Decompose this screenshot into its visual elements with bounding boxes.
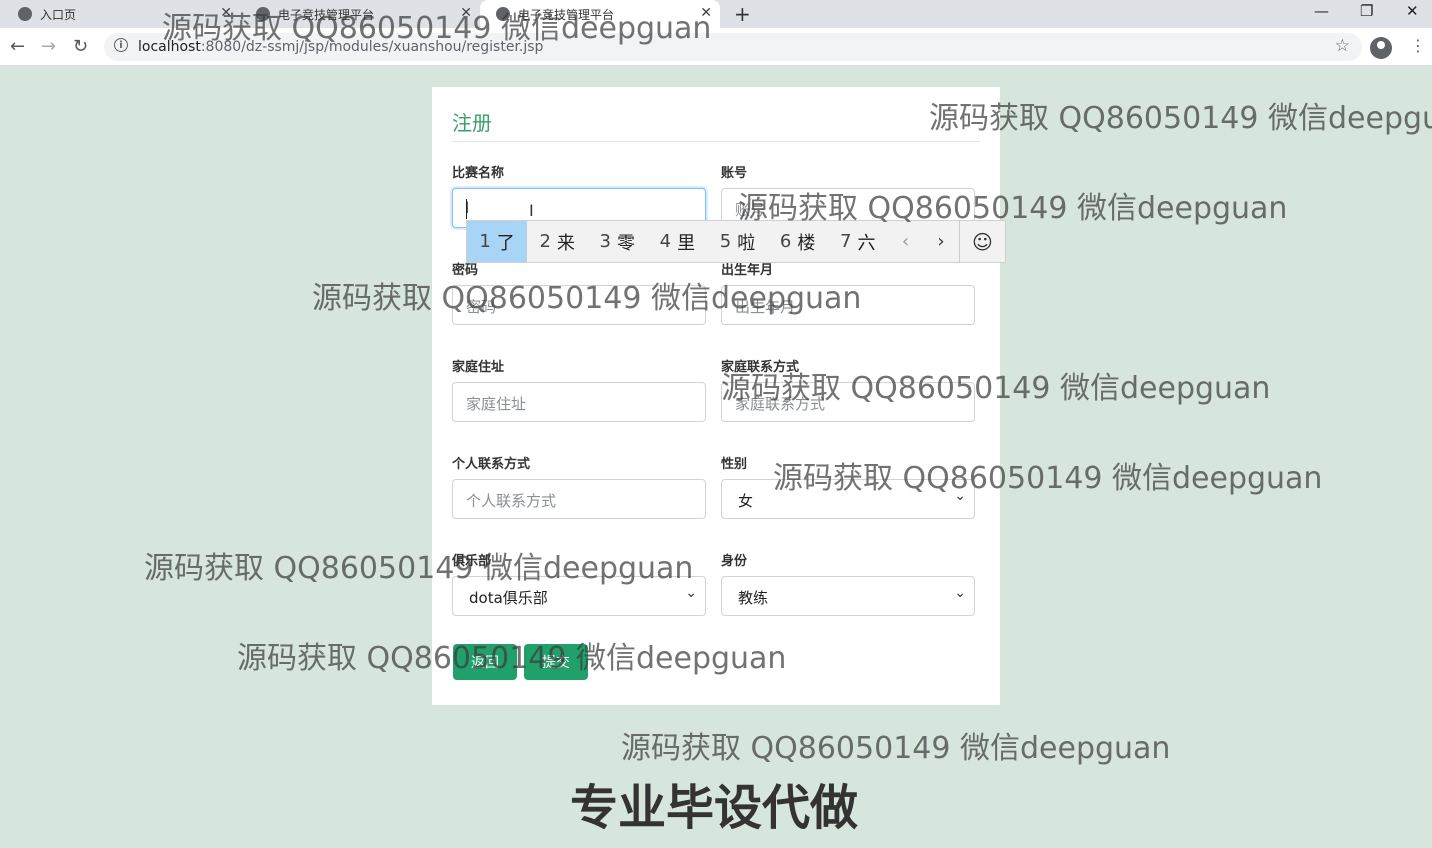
label-personal-contact: 个人联系方式 — [452, 457, 531, 472]
candidate-number: 6 — [779, 231, 792, 252]
globe-icon — [256, 7, 270, 21]
candidate-number: 2 — [539, 231, 551, 252]
close-tab-icon[interactable]: ✕ — [220, 5, 232, 21]
ime-candidate[interactable]: 5啦 — [707, 221, 767, 262]
chevron-down-icon: ⌄ — [685, 585, 697, 601]
birth-input[interactable]: 出生年月 — [721, 285, 975, 325]
url-host: localhost — [138, 39, 201, 55]
tab-strip: 入口页 ✕ 电子竞技管理平台 ✕ 电子竞技管理平台 ✕ + — ❐ ✕ — [0, 0, 1432, 28]
candidate-char: 里 — [677, 232, 696, 254]
emoji-icon[interactable]: ☺ — [958, 221, 1005, 262]
close-tab-icon[interactable]: ✕ — [460, 5, 472, 21]
forward-icon[interactable]: → — [41, 36, 56, 57]
personal-contact-placeholder: 个人联系方式 — [466, 492, 557, 510]
watermark: 源码获取 QQ86050149 微信deepguan — [621, 731, 1171, 766]
club-select[interactable]: dota俱乐部 ⌄ — [452, 576, 706, 616]
ime-candidate[interactable]: 6楼 — [768, 221, 828, 262]
label-gender: 性别 — [721, 457, 748, 472]
address-input[interactable]: 家庭住址 — [452, 382, 706, 422]
menu-kebab-icon[interactable]: ⋮ — [1410, 36, 1426, 55]
tab-label: 电子竞技管理平台 — [278, 7, 375, 22]
address-bar[interactable]: i localhost:8080/dz-ssmj/jsp/modules/xua… — [104, 33, 1362, 61]
candidate-char: 零 — [617, 232, 635, 254]
browser-toolbar: ← → ↻ i localhost:8080/dz-ssmj/jsp/modul… — [0, 28, 1432, 66]
birth-placeholder: 出生年月 — [735, 298, 796, 316]
candidate-number: 4 — [659, 231, 672, 252]
bookmark-star-icon[interactable]: ☆ — [1335, 36, 1350, 56]
close-window-icon[interactable]: ✕ — [1406, 2, 1419, 20]
label-identity: 身份 — [721, 554, 748, 569]
tab-esports-1[interactable]: 电子竞技管理平台 ✕ — [240, 0, 480, 28]
tab-label: 电子竞技管理平台 — [518, 7, 615, 22]
candidate-char: 啦 — [737, 232, 756, 254]
candidate-char: 楼 — [797, 232, 816, 254]
page-title: 注册 — [452, 111, 492, 135]
candidate-char: 了 — [496, 232, 515, 254]
chevron-down-icon: ⌄ — [954, 488, 966, 504]
ime-candidate[interactable]: 7六 — [828, 221, 888, 262]
ime-next-page-icon[interactable]: › — [923, 221, 958, 262]
gender-select[interactable]: 女 ⌄ — [721, 479, 975, 519]
account-placeholder: 账号 — [735, 201, 766, 219]
ime-candidate[interactable]: 1了 — [467, 221, 528, 262]
restore-icon[interactable]: ❐ — [1360, 2, 1373, 20]
submit-button[interactable]: 提交 — [524, 644, 588, 680]
competition-value: l — [465, 199, 470, 217]
back-button[interactable]: 返回 — [453, 644, 517, 680]
label-competition: 比赛名称 — [452, 166, 505, 181]
identity-value: 教练 — [738, 589, 769, 607]
bottom-watermark: 专业毕设代做 — [570, 780, 859, 836]
chevron-down-icon: ⌄ — [954, 585, 966, 601]
family-contact-input[interactable]: 家庭联系方式 — [721, 382, 975, 422]
new-tab-icon[interactable]: + — [734, 2, 751, 26]
ime-candidate-bar: 1了 2来 3零 4里 5啦 6楼 7六 ‹ › ☺ — [466, 220, 1006, 263]
profile-avatar-icon[interactable] — [1370, 37, 1392, 59]
candidate-number: 7 — [839, 231, 852, 252]
candidate-char: 六 — [857, 232, 876, 254]
tab-esports-2[interactable]: 电子竞技管理平台 ✕ — [480, 0, 720, 28]
watermark: 源码获取 QQ86050149 微信deepguan — [929, 101, 1432, 136]
url-path: :8080/dz-ssmj/jsp/modules/xuanshou/regis… — [200, 39, 544, 55]
ime-prev-page-icon[interactable]: ‹ — [888, 221, 923, 262]
back-icon[interactable]: ← — [10, 36, 25, 57]
globe-icon — [18, 7, 32, 21]
candidate-number: 3 — [599, 231, 611, 252]
password-input[interactable]: 密码 — [452, 285, 706, 325]
address-placeholder: 家庭住址 — [466, 395, 527, 413]
label-family-contact: 家庭联系方式 — [721, 360, 800, 375]
personal-contact-input[interactable]: 个人联系方式 — [452, 479, 706, 519]
candidate-number: 1 — [479, 231, 491, 252]
tab-entry-page[interactable]: 入口页 ✕ — [0, 0, 240, 28]
family-contact-placeholder: 家庭联系方式 — [735, 395, 826, 413]
minimize-icon[interactable]: — — [1314, 2, 1329, 20]
register-card: 注册 比赛名称 l I 账号 账号 密码 密码 出生年月 出生年月 家庭住址 家… — [432, 87, 1000, 705]
reload-icon[interactable]: ↻ — [73, 36, 88, 57]
candidate-char: 来 — [556, 232, 575, 254]
url-text: localhost:8080/dz-ssmj/jsp/modules/xuans… — [138, 39, 543, 55]
ime-candidate[interactable]: 4里 — [647, 221, 707, 262]
password-placeholder: 密码 — [466, 298, 497, 316]
label-address: 家庭住址 — [452, 360, 505, 375]
text-cursor-icon: I — [529, 201, 534, 220]
gender-value: 女 — [738, 492, 754, 510]
tab-label: 入口页 — [40, 7, 77, 22]
club-value: dota俱乐部 — [469, 589, 548, 607]
identity-select[interactable]: 教练 ⌄ — [721, 576, 975, 616]
info-icon[interactable]: i — [114, 38, 128, 52]
ime-candidate[interactable]: 2来 — [527, 221, 587, 262]
close-tab-icon[interactable]: ✕ — [700, 5, 712, 21]
ime-candidate[interactable]: 3零 — [587, 221, 647, 262]
label-club: 俱乐部 — [452, 554, 492, 569]
globe-icon — [496, 7, 510, 21]
candidate-number: 5 — [719, 231, 732, 252]
label-account: 账号 — [721, 166, 748, 181]
divider — [452, 141, 980, 142]
